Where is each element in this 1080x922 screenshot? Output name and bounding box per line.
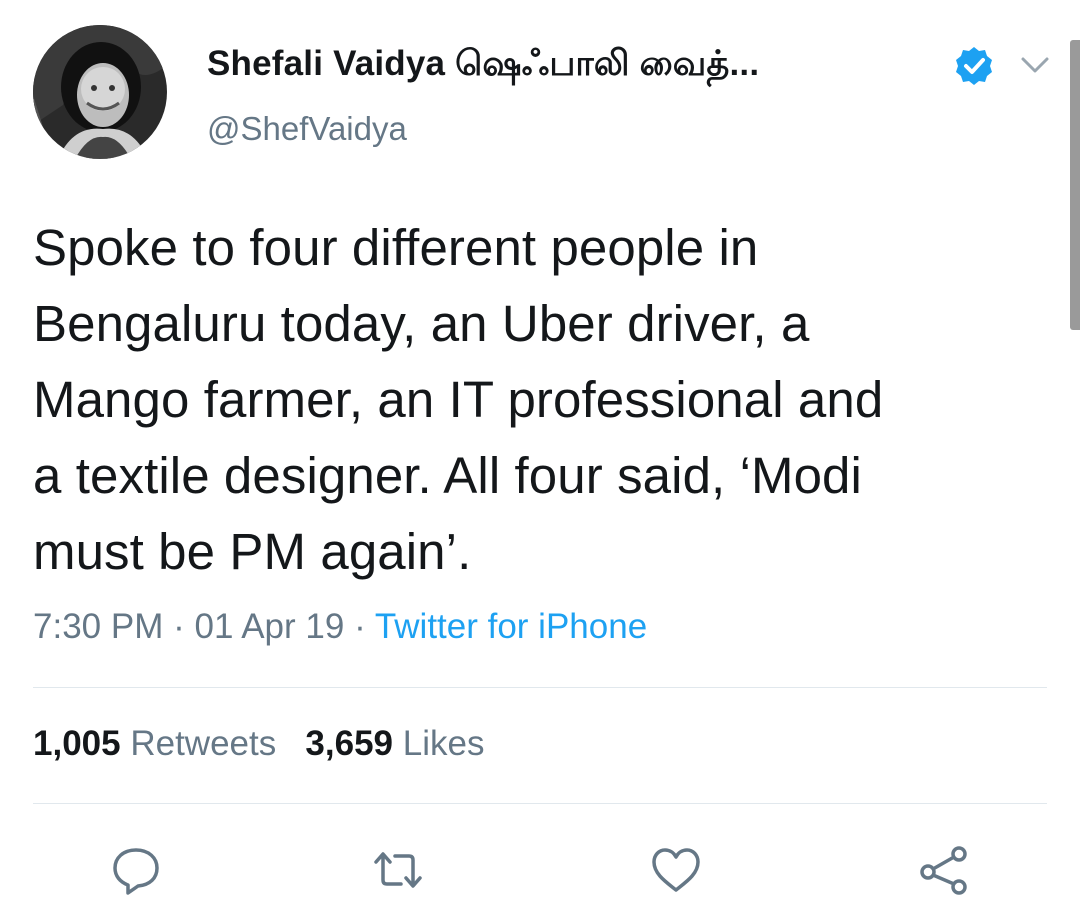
tweet-text: Spoke to four different people in Bengal… [33, 219, 884, 580]
retweets-stat[interactable]: 1,005 Retweets [33, 724, 276, 763]
likes-label: Likes [402, 724, 485, 763]
tweet-stats: 1,005 Retweets 3,659 Likes [33, 724, 484, 764]
meta-separator: · [173, 607, 185, 646]
retweets-count: 1,005 [33, 724, 121, 763]
meta-separator: · [354, 607, 366, 646]
avatar[interactable] [33, 25, 167, 159]
divider [33, 687, 1047, 688]
verified-badge-icon [953, 45, 995, 87]
retweet-icon[interactable] [370, 842, 426, 898]
profile-photo [33, 25, 167, 159]
likes-count: 3,659 [305, 724, 394, 763]
scrollbar-thumb[interactable] [1070, 40, 1080, 330]
tweet-time: 7:30 PM [33, 607, 164, 646]
divider [33, 803, 1047, 804]
user-handle[interactable]: @ShefVaidya [207, 110, 407, 148]
share-icon[interactable] [916, 842, 972, 898]
likes-stat[interactable]: 3,659 Likes [305, 724, 484, 763]
tweet-date: 01 Apr 19 [194, 607, 345, 646]
chevron-down-icon[interactable] [1015, 50, 1055, 80]
reply-icon[interactable] [108, 842, 164, 898]
like-icon[interactable] [648, 842, 704, 898]
display-name[interactable]: Shefali Vaidya ஷெஃபாலி வைத்... [207, 44, 759, 88]
retweets-label: Retweets [130, 724, 277, 763]
tweet-meta: 7:30 PM · 01 Apr 19 · Twitter for iPhone [33, 607, 647, 647]
tweet-source-link[interactable]: Twitter for iPhone [375, 607, 647, 646]
